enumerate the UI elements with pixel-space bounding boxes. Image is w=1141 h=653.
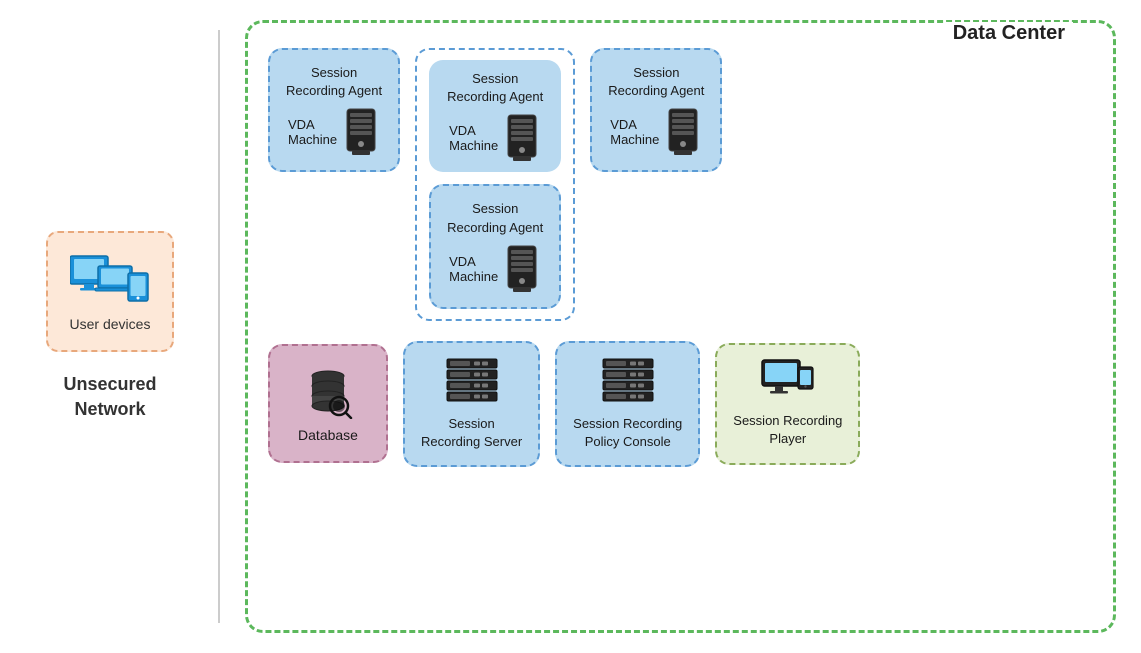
session-recording-server-box: SessionRecording Server xyxy=(403,341,540,467)
vda-machine-row-4: VDAMachine xyxy=(610,108,702,156)
vda-agent-box-3: SessionRecording Agent VDAMachine xyxy=(429,184,561,308)
vda-machine-label-1: VDAMachine xyxy=(288,117,337,147)
server-icon xyxy=(442,357,502,407)
vda-agent-text-3: SessionRecording Agent xyxy=(447,200,543,236)
policy-console-box: Session RecordingPolicy Console xyxy=(555,341,700,467)
left-panel: User devices Unsecured Network xyxy=(0,0,220,653)
policy-console-icon xyxy=(598,357,658,407)
vda-machine-label-4: VDAMachine xyxy=(610,117,659,147)
tower-icon-3 xyxy=(503,245,541,293)
user-devices-icon xyxy=(70,251,150,306)
vda-agent-box-2: SessionRecording Agent VDAMachine xyxy=(429,60,561,172)
database-icon xyxy=(301,364,356,419)
main-container: User devices Unsecured Network Data Cent… xyxy=(0,0,1141,653)
user-devices-label: User devices xyxy=(70,316,151,332)
vda-agent-box-1: SessionRecording Agent VDAMachine xyxy=(268,48,400,172)
vda-agent-text-2: SessionRecording Agent xyxy=(447,70,543,106)
vda-machine-label-2: VDAMachine xyxy=(449,123,498,153)
database-box: Database xyxy=(268,344,388,463)
tower-icon-4 xyxy=(664,108,702,156)
vda-machine-label-3: VDAMachine xyxy=(449,254,498,284)
vda-agent-text-4: SessionRecording Agent xyxy=(608,64,704,100)
session-recording-player-label: Session RecordingPlayer xyxy=(733,412,842,448)
tower-icon-1 xyxy=(342,108,380,156)
vda-agent-box-4: SessionRecording Agent VDAMachine xyxy=(590,48,722,172)
vda-agent-text-1: SessionRecording Agent xyxy=(286,64,382,100)
policy-console-label: Session RecordingPolicy Console xyxy=(573,415,682,451)
player-box: Session RecordingPlayer xyxy=(715,343,860,464)
data-center-container: Data Center SessionRecording Agent VDAMa… xyxy=(245,20,1116,633)
player-icon xyxy=(760,359,815,404)
vda-machine-row-1: VDAMachine xyxy=(288,108,380,156)
unsecured-network-label: Unsecured Network xyxy=(63,372,156,422)
right-panel: Data Center SessionRecording Agent VDAMa… xyxy=(220,0,1141,653)
session-recording-server-label: SessionRecording Server xyxy=(421,415,522,451)
bottom-row: Database xyxy=(268,341,1093,467)
vda-machine-row-3: VDAMachine xyxy=(449,245,541,293)
database-label: Database xyxy=(298,427,358,443)
data-center-title: Data Center xyxy=(945,22,1073,45)
tower-icon-2 xyxy=(503,114,541,162)
vda-group-box-23: SessionRecording Agent VDAMachine xyxy=(415,48,575,321)
vda-agents-row: SessionRecording Agent VDAMachine xyxy=(268,48,1093,321)
vda-machine-row-2: VDAMachine xyxy=(449,114,541,162)
user-devices-box: User devices xyxy=(46,231,175,352)
